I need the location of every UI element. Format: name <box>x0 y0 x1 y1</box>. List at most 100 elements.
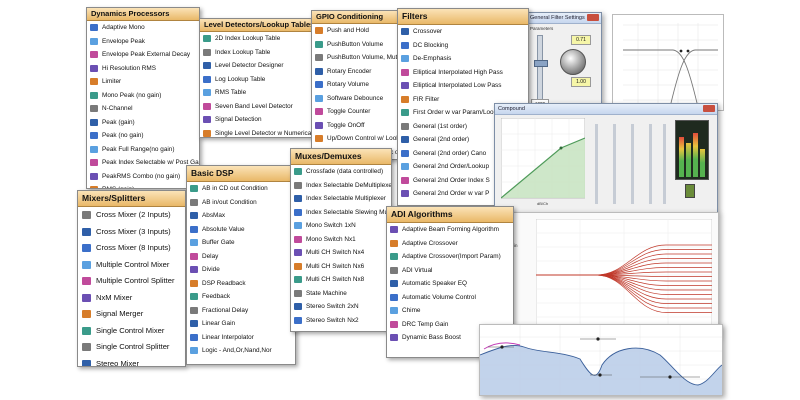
gpio-item-label: Push and Hold <box>327 27 369 34</box>
level-list-item[interactable]: 2D Index Lookup Table <box>200 32 313 46</box>
basic-list-item[interactable]: Linear Gain <box>187 317 295 331</box>
dynamics-list-item[interactable]: Peak Full Range(no gain) <box>87 143 199 157</box>
dynamics-list-item[interactable]: Peak (no gain) <box>87 129 199 143</box>
adi-list-item[interactable]: Adaptive Crossover <box>387 237 513 251</box>
dynamics-item-label: RMS (gain) <box>102 186 134 188</box>
filters-list-item[interactable]: De-Emphasis <box>398 52 528 66</box>
basic-list-item[interactable]: Logic - And,Or,Nand,Nor <box>187 344 295 358</box>
slider-column-4[interactable] <box>649 124 652 204</box>
mixers-list-item[interactable]: Cross Mixer (8 Inputs) <box>78 240 185 257</box>
basic-list-item[interactable]: Delay <box>187 250 295 264</box>
level-list-item[interactable]: Level Detector Designer <box>200 59 313 73</box>
muxes-list-item[interactable]: Multi CH Switch Nx8 <box>291 273 391 287</box>
adi-list-item[interactable]: Adaptive Beam Forming Algorithm <box>387 223 513 237</box>
mixers-list-item[interactable]: Cross Mixer (2 Inputs) <box>78 207 185 224</box>
dynamics-item-label: Envelope Peak External Decay <box>102 51 191 58</box>
dynamics-list-item[interactable]: Envelope Peak <box>87 35 199 49</box>
dynamics-list-item[interactable]: Peak (gain) <box>87 116 199 130</box>
gpio-list-item[interactable]: Rotary Encoder <box>312 65 402 79</box>
dynamics-module-icon <box>90 64 98 72</box>
muxes-list-item[interactable]: Crossfade (data controlled) <box>291 165 391 179</box>
muxes-list-item[interactable]: Index Selectable Multiplexer <box>291 192 391 206</box>
basic-list-item[interactable]: Linear Interpolator <box>187 331 295 345</box>
close-icon[interactable] <box>703 105 715 112</box>
dynamics-list-item[interactable]: Envelope Peak External Decay <box>87 48 199 62</box>
filters-list-item[interactable]: Elliptical Interpolated High Pass <box>398 66 528 80</box>
filters-list-item[interactable]: DC Blocking <box>398 39 528 53</box>
mixers-list-item[interactable]: Signal Merger <box>78 306 185 323</box>
gpio-list-item[interactable]: PushButton Volume <box>312 38 402 52</box>
dynamics-processors-list: Adaptive Mono Envelope Peak Envelope Peak … <box>87 21 199 188</box>
muxes-list-item[interactable]: Multi CH Switch Nx6 <box>291 260 391 274</box>
value-box-2[interactable]: 1.00 <box>571 77 591 87</box>
basic-list-item[interactable]: AbsMax <box>187 209 295 223</box>
dynamics-list-item[interactable]: N-Channel <box>87 102 199 116</box>
close-icon[interactable] <box>587 14 599 21</box>
slider-column-3[interactable] <box>631 124 634 204</box>
gain-slider[interactable] <box>534 35 548 101</box>
basic-list-item[interactable]: Feedback <box>187 290 295 304</box>
slider-column-1[interactable] <box>595 124 598 204</box>
gpio-list-item[interactable]: Up/Down Control w/ Lookup <box>312 132 402 146</box>
muxes-list-item[interactable]: Multi CH Switch Nx4 <box>291 246 391 260</box>
adi-list-item[interactable]: Adaptive Crossover(Import Param) <box>387 250 513 264</box>
gpio-module-icon <box>315 67 323 75</box>
adi-list-item[interactable]: ADI Virtual <box>387 264 513 278</box>
level-list-item[interactable]: Log Lookup Table <box>200 73 313 87</box>
mixers-list-item[interactable]: Multiple Control Splitter <box>78 273 185 290</box>
mixers-module-icon <box>82 260 91 269</box>
muxes-list-item[interactable]: Mono Switch Nx1 <box>291 233 391 247</box>
level-list-item[interactable]: RMS Table <box>200 86 313 100</box>
filters-module-icon <box>401 136 409 143</box>
mixers-list-item[interactable]: NxM Mixer <box>78 290 185 307</box>
adi-list-item[interactable]: Automatic Volume Control <box>387 291 513 305</box>
level-list-item[interactable]: Single Level Detector w Numerical <box>200 127 313 138</box>
muxes-list-item[interactable]: Index Selectable DeMultiplexer <box>291 179 391 193</box>
adi-list-item[interactable]: Chime <box>387 304 513 318</box>
slider-column-2[interactable] <box>613 124 616 204</box>
basic-list-item[interactable]: Divide <box>187 263 295 277</box>
level-list-item[interactable]: Signal Detection <box>200 113 313 127</box>
gain-slider-thumb[interactable] <box>534 60 548 67</box>
basic-list-item[interactable]: DSP Readback <box>187 277 295 291</box>
mixers-list-item[interactable]: Cross Mixer (3 Inputs) <box>78 224 185 241</box>
gpio-list-item[interactable]: Rotary Volume <box>312 78 402 92</box>
dynamics-list-item[interactable]: Limiter <box>87 75 199 89</box>
basic-list-item[interactable]: Buffer Gate <box>187 236 295 250</box>
basic-list-item[interactable]: Absolute Value <box>187 223 295 237</box>
muxes-list-item[interactable]: Stereo Switch 2xN <box>291 300 391 314</box>
value-box-1[interactable]: 0.71 <box>571 35 591 45</box>
mixers-module-icon <box>82 277 91 285</box>
slider-column-5[interactable] <box>663 124 666 204</box>
frequency-knob[interactable] <box>560 49 586 75</box>
basic-item-label: Absolute Value <box>202 225 245 233</box>
dynamics-list-item[interactable]: Adaptive Mono <box>87 21 199 35</box>
basic-list-item[interactable]: Fractional Delay <box>187 304 295 318</box>
mixers-list-item[interactable]: Single Control Splitter <box>78 339 185 356</box>
gpio-list-item[interactable]: Push and Hold <box>312 24 402 38</box>
gpio-list-item[interactable]: Software Debounce <box>312 92 402 106</box>
mixers-list-item[interactable]: Single Control Mixer <box>78 323 185 340</box>
gpio-list-item[interactable]: Toggle Counter <box>312 105 402 119</box>
muxes-list-item[interactable]: Index Selectable Slewing Mux <box>291 206 391 220</box>
dynamics-list-item[interactable]: Hi Resolution RMS <box>87 62 199 76</box>
filters-list-item[interactable]: Elliptical Interpolated Low Pass <box>398 79 528 93</box>
adi-list-item[interactable]: Automatic Speaker EQ <box>387 277 513 291</box>
dynamics-list-item[interactable]: Mono Peak (no gain) <box>87 89 199 103</box>
dynamics-list-item[interactable]: PeakRMS Combo (no gain) <box>87 170 199 184</box>
muxes-list-item[interactable]: Mono Switch 1xN <box>291 219 391 233</box>
mixers-list-item[interactable]: Multiple Control Mixer <box>78 257 185 274</box>
dynamics-list-item[interactable]: Peak Index Selectable w/ Post Gain and Z… <box>87 156 199 170</box>
gpio-list-item[interactable]: Toggle OnOff <box>312 119 402 133</box>
dynamics-list-item[interactable]: RMS (gain) <box>87 183 199 188</box>
dynamics-module-icon <box>90 91 98 99</box>
level-list-item[interactable]: Seven Band Level Detector <box>200 100 313 114</box>
mixers-list-item[interactable]: Stereo Mixer <box>78 356 185 366</box>
filters-list-item[interactable]: Crossover <box>398 25 528 39</box>
muxes-list-item[interactable]: State Machine <box>291 287 391 301</box>
basic-list-item[interactable]: AB in CD out Condition <box>187 182 295 196</box>
gpio-list-item[interactable]: PushButton Volume, Mute <box>312 51 402 65</box>
basic-list-item[interactable]: AB in/out Condition <box>187 196 295 210</box>
muxes-list-item[interactable]: Stereo Switch Nx2 <box>291 314 391 328</box>
level-list-item[interactable]: Index Lookup Table <box>200 46 313 60</box>
